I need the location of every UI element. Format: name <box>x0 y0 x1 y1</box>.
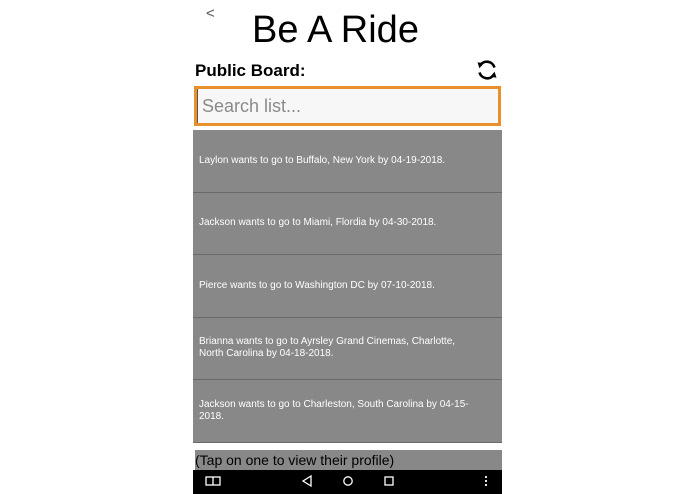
search-box <box>194 86 501 126</box>
home-circle-icon[interactable] <box>341 474 355 493</box>
list-item-text: Brianna wants to go to Ayrsley Grand Cin… <box>199 336 456 360</box>
app-screen: < Be A Ride Public Board: Laylon wants t… <box>193 0 502 494</box>
overview-icon[interactable] <box>205 474 221 493</box>
list-item-text: Pierce wants to go to Washington DC by 0… <box>199 279 435 291</box>
android-navbar <box>193 470 502 494</box>
list-item[interactable]: Jackson wants to go to Miami, Flordia by… <box>193 192 502 255</box>
ride-list: Laylon wants to go to Buffalo, New York … <box>193 130 502 470</box>
list-item[interactable]: Laylon wants to go to Buffalo, New York … <box>193 130 502 193</box>
board-label: Public Board: <box>195 61 306 80</box>
list-item[interactable]: Jackson wants to go to Charleston, South… <box>193 380 502 443</box>
list-item[interactable]: Brianna wants to go to Ayrsley Grand Cin… <box>193 317 502 380</box>
refresh-icon[interactable] <box>475 58 499 82</box>
list-item-text: Laylon wants to go to Buffalo, New York … <box>199 154 446 166</box>
hint-text: (Tap on one to view their profile) <box>195 450 502 470</box>
list-item[interactable]: Pierce wants to go to Washington DC by 0… <box>193 255 502 318</box>
list-item-text: Jackson wants to go to Miami, Flordia by… <box>199 217 437 229</box>
search-input[interactable] <box>197 89 498 123</box>
app-title: Be A Ride <box>252 9 419 51</box>
list-item-text: Jackson wants to go to Charleston, South… <box>199 398 469 422</box>
menu-dots-icon[interactable] <box>483 474 489 493</box>
recents-square-icon[interactable] <box>382 474 396 493</box>
back-triangle-icon[interactable] <box>300 474 314 493</box>
